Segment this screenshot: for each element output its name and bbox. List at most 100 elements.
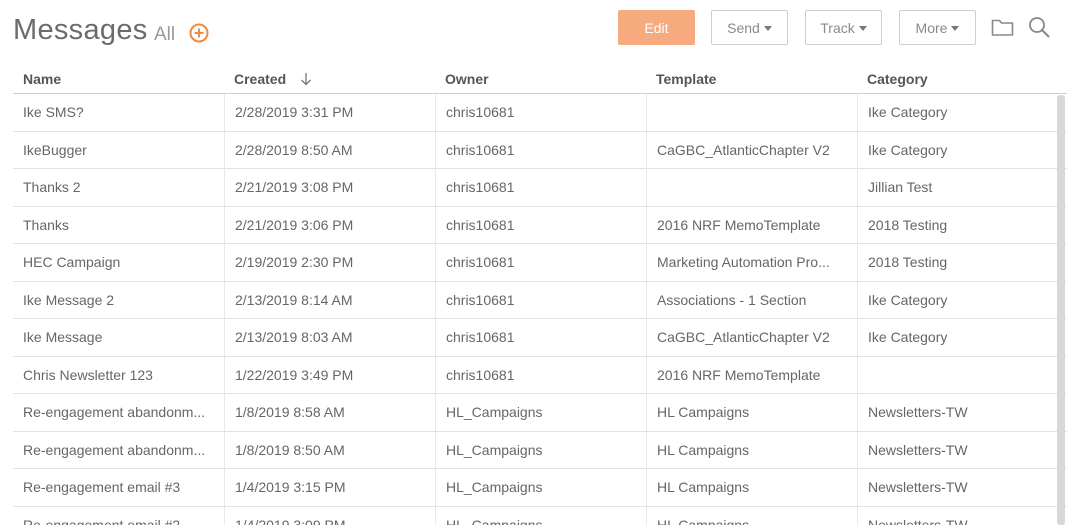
table-row[interactable]: Thanks 2/21/2019 3:06 PM chris10681 2016 NR… [13,206,1067,244]
table-header: Name Created Owner Template Category [13,66,1067,94]
owner-cell: chris10681 [435,94,646,131]
template-cell: CaGBC_AtlanticChapter V2 [646,319,857,356]
category-cell: Newsletters-TW [857,394,1055,431]
more-dropdown-button[interactable]: More [899,10,976,45]
created-date-cell: 1/8/2019 8:50 AM [224,431,435,469]
column-header-name[interactable]: Name [23,71,61,87]
table-row[interactable]: Re-engagement email #2 1/4/2019 3:09 PM HL… [13,506,1067,525]
owner-cell: HL_Campaigns [435,431,646,469]
created-date-cell: 2/28/2019 3:31 PM [224,94,435,131]
created-date-cell: 2/28/2019 8:50 AM [224,131,435,169]
more-button-label: More [915,19,948,36]
category-cell: 2018 Testing [857,206,1055,244]
template-cell [646,94,857,131]
search-icon[interactable] [1028,16,1050,38]
send-button-label: Send [727,19,760,36]
owner-cell: chris10681 [435,206,646,244]
owner-cell: chris10681 [435,169,646,206]
track-button-label: Track [820,19,855,36]
message-name-cell: Ike SMS? [23,104,84,120]
owner-cell: chris10681 [435,244,646,281]
table-row[interactable]: Thanks 2 2/21/2019 3:08 PM chris10681 Jilli… [13,169,1067,207]
created-date-cell: 1/22/2019 3:49 PM [224,356,435,394]
template-cell: HL Campaigns [646,506,857,525]
table-row[interactable]: Re-engagement abandonm... 1/8/2019 8:58 A… [13,394,1067,432]
category-cell: Ike Category [857,319,1055,356]
column-header-created-label: Created [234,71,287,87]
column-header-category[interactable]: Category [867,71,928,87]
message-name-cell: Re-engagement abandonm... [23,441,206,458]
created-date-cell: 2/21/2019 3:08 PM [224,169,435,206]
created-date-cell: 2/13/2019 8:14 AM [224,281,435,319]
table-row[interactable]: Re-engagement email #3 1/4/2019 3:15 PM HL… [13,469,1067,507]
created-date-cell: 2/19/2019 2:30 PM [224,244,435,281]
track-dropdown-button[interactable]: Track [805,10,882,45]
chevron-down-icon [951,26,960,31]
template-cell: 2016 NRF MemoTemplate [646,206,857,244]
message-name-cell: Thanks 2 [23,179,81,195]
table-row[interactable]: Ike Message 2 2/13/2019 8:14 AM chris10681… [13,281,1067,319]
category-cell: Newsletters-TW [857,469,1055,506]
owner-cell: HL_Campaigns [435,469,646,506]
message-name-cell: Thanks [23,216,69,233]
category-cell: Ike Category [857,131,1055,169]
template-cell: HL Campaigns [646,394,857,431]
edit-button[interactable]: Edit [618,10,695,45]
template-cell: CaGBC_AtlanticChapter V2 [646,131,857,169]
template-cell: 2016 NRF MemoTemplate [646,356,857,394]
folder-icon[interactable] [991,17,1014,37]
category-cell: Ike Category [857,94,1055,131]
category-cell: 2018 Testing [857,244,1055,281]
created-date-cell: 2/13/2019 8:03 AM [224,319,435,356]
owner-cell: chris10681 [435,281,646,319]
created-date-cell: 1/4/2019 3:09 PM [224,506,435,525]
message-name-cell: Re-engagement email #2 [23,516,181,525]
arrow-down-icon [301,73,311,86]
message-name-cell: IkeBugger [23,141,87,158]
chevron-down-icon [858,26,867,31]
column-header-template[interactable]: Template [656,71,716,87]
message-name-cell: Re-engagement abandonm... [23,404,206,420]
plus-circle-icon [189,23,209,43]
message-name-cell: Chris Newsletter 123 [23,366,153,383]
owner-cell: chris10681 [435,131,646,169]
template-cell: HL Campaigns [646,469,857,506]
owner-cell: chris10681 [435,356,646,394]
category-cell: Ike Category [857,281,1055,319]
send-dropdown-button[interactable]: Send [711,10,788,45]
column-header-owner[interactable]: Owner [445,71,489,87]
table-row[interactable]: Ike Message 2/13/2019 8:03 AM chris10681 Ca… [13,319,1067,357]
vertical-scrollbar[interactable] [1057,95,1065,525]
chevron-down-icon [763,26,772,31]
table-row[interactable]: HEC Campaign 2/19/2019 2:30 PM chris10681 M… [13,244,1067,282]
table-row[interactable]: IkeBugger 2/28/2019 8:50 AM chris10681 CaGB… [13,131,1067,169]
table-row[interactable]: Re-engagement abandonm... 1/8/2019 8:50 A… [13,431,1067,469]
message-name-cell: Ike Message 2 [23,291,115,308]
table-row[interactable]: Ike SMS? 2/28/2019 3:31 PM chris10681 Ike C… [13,94,1067,132]
table-row[interactable]: Chris Newsletter 123 1/22/2019 3:49 PM chr… [13,356,1067,394]
add-message-button[interactable] [189,23,209,43]
category-cell: Newsletters-TW [857,506,1055,525]
created-date-cell: 1/8/2019 8:58 AM [224,394,435,431]
template-cell: HL Campaigns [646,431,857,469]
message-name-cell: HEC Campaign [23,254,121,270]
edit-button-label: Edit [644,19,669,36]
owner-cell: chris10681 [435,319,646,356]
filter-selector[interactable]: All [154,24,175,46]
created-date-cell: 2/21/2019 3:06 PM [224,206,435,244]
template-cell: Marketing Automation Pro... [646,244,857,281]
category-cell [857,356,1055,394]
owner-cell: HL_Campaigns [435,506,646,525]
page-title: Messages [13,14,148,46]
owner-cell: HL_Campaigns [435,394,646,431]
messages-table: Name Created Owner Template Category Ike… [13,66,1067,525]
category-cell: Newsletters-TW [857,431,1055,469]
column-header-created[interactable]: Created [234,71,312,87]
page-header: Messages All Edit Send Track More [0,0,1079,60]
template-cell: Associations - 1 Section [646,281,857,319]
category-cell: Jillian Test [857,169,1055,206]
message-name-cell: Ike Message [23,329,103,345]
created-date-cell: 1/4/2019 3:15 PM [224,469,435,506]
message-name-cell: Re-engagement email #3 [23,479,181,495]
template-cell [646,169,857,206]
